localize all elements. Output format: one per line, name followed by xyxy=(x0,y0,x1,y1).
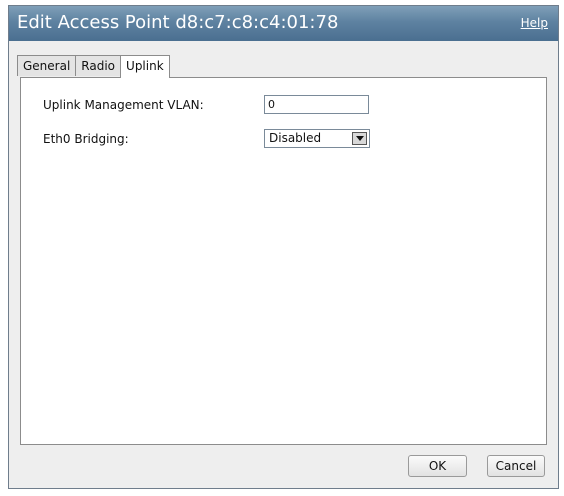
eth0-bridging-label: Eth0 Bridging: xyxy=(43,132,129,146)
eth0-bridging-value: Disabled xyxy=(269,131,322,145)
edit-access-point-dialog: Edit Access Point d8:c7:c8:c4:01:78 Help… xyxy=(8,5,559,489)
eth0-bridging-select[interactable]: Disabled xyxy=(264,129,370,148)
uplink-panel: Uplink Management VLAN: Eth0 Bridging: D… xyxy=(20,77,547,445)
uplink-management-vlan-input[interactable] xyxy=(264,95,369,114)
cancel-button[interactable]: Cancel xyxy=(487,455,545,477)
tab-general[interactable]: General xyxy=(17,55,77,76)
tab-uplink[interactable]: Uplink xyxy=(120,55,170,78)
tab-bar: General Radio Uplink xyxy=(17,55,170,78)
dialog-titlebar[interactable]: Edit Access Point d8:c7:c8:c4:01:78 Help xyxy=(9,6,558,41)
ok-button[interactable]: OK xyxy=(408,455,467,477)
dialog-title: Edit Access Point d8:c7:c8:c4:01:78 xyxy=(17,12,339,33)
triangle-down-icon[interactable] xyxy=(352,132,367,145)
tab-radio[interactable]: Radio xyxy=(75,55,122,76)
uplink-management-vlan-label: Uplink Management VLAN: xyxy=(43,98,204,112)
help-link[interactable]: Help xyxy=(521,16,548,30)
